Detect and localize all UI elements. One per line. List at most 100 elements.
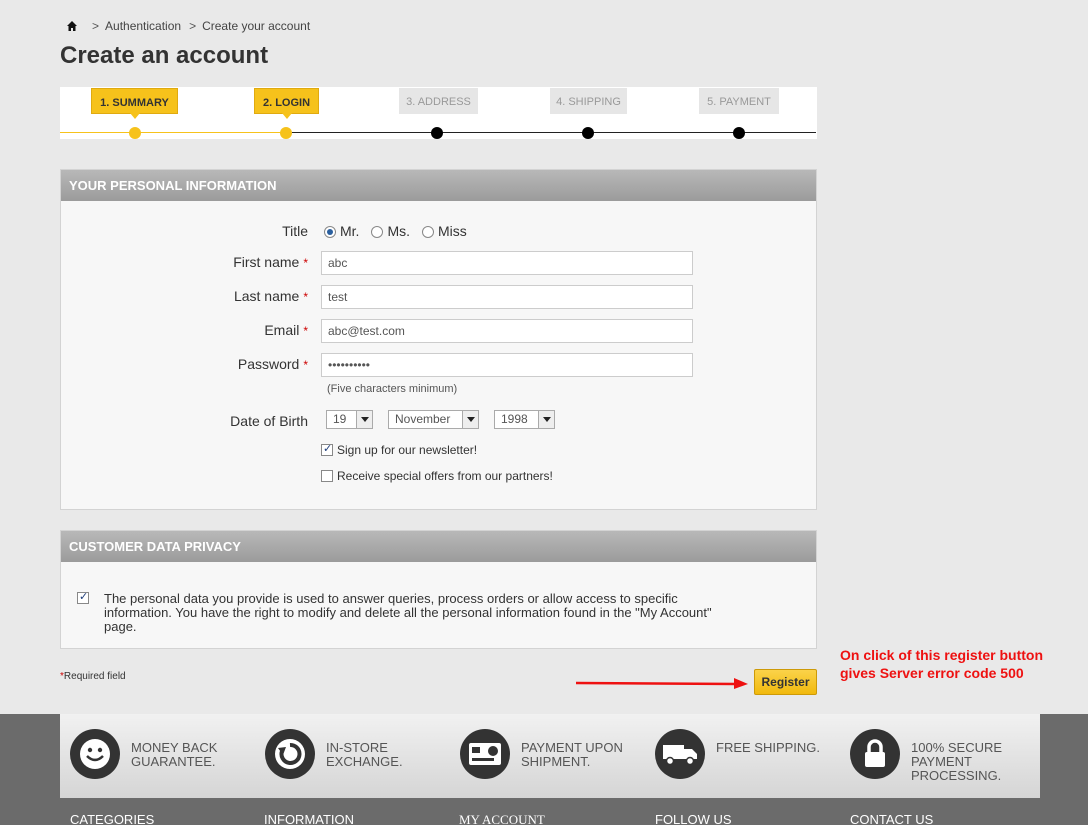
title-row: Title Mr. Ms. Miss bbox=[61, 220, 818, 244]
credit-card-icon bbox=[460, 729, 510, 779]
footer-categories-heading[interactable]: CATEGORIES bbox=[70, 812, 154, 825]
last-name-label: Last name * bbox=[234, 288, 308, 304]
radio-miss-label[interactable]: Miss bbox=[438, 223, 467, 239]
step-shipping: 4. SHIPPING bbox=[550, 88, 627, 114]
breadcrumb-authentication[interactable]: Authentication bbox=[105, 19, 181, 33]
last-name-input[interactable]: test bbox=[321, 285, 693, 309]
required-mark: * bbox=[303, 358, 308, 372]
feature-text: 100% SECURE PAYMENT PROCESSING. bbox=[911, 740, 1003, 783]
feature-exchange: IN-STORE EXCHANGE. bbox=[255, 729, 445, 784]
step-dot-payment bbox=[733, 127, 745, 139]
step-label: 5. PAYMENT bbox=[707, 96, 771, 108]
personal-info-panel: YOUR PERSONAL INFORMATION Title Mr. Ms. … bbox=[60, 169, 817, 510]
footer-features: MONEY BACK GUARANTEE. IN-STORE EXCHANGE.… bbox=[60, 714, 1040, 798]
feature-text: IN-STORE EXCHANGE. bbox=[326, 740, 403, 769]
radio-mr-label[interactable]: Mr. bbox=[340, 223, 359, 239]
newsletter-row: Sign up for our newsletter! bbox=[321, 442, 477, 457]
home-icon[interactable] bbox=[66, 20, 78, 32]
label-text: Password bbox=[237, 356, 300, 372]
password-label: Password * bbox=[238, 356, 308, 372]
smiley-icon bbox=[70, 729, 120, 779]
email-label: Email * bbox=[264, 322, 308, 338]
label-text: Email bbox=[264, 322, 300, 338]
dob-label: Date of Birth bbox=[230, 413, 308, 429]
chevron-down-icon[interactable] bbox=[462, 411, 478, 428]
radio-ms-label[interactable]: Ms. bbox=[387, 223, 410, 239]
dob-month-select[interactable]: November bbox=[388, 410, 479, 429]
progress-line-complete bbox=[60, 132, 286, 133]
email-row: Email * abc@test.com bbox=[61, 319, 818, 343]
required-mark: * bbox=[303, 290, 308, 304]
breadcrumb-current: Create your account bbox=[202, 19, 311, 33]
annotation-note: On click of this register button gives S… bbox=[840, 647, 1044, 681]
step-label: 3. ADDRESS bbox=[406, 96, 471, 108]
step-dot-shipping bbox=[582, 127, 594, 139]
step-address: 3. ADDRESS bbox=[399, 88, 478, 114]
privacy-panel: CUSTOMER DATA PRIVACY The personal data … bbox=[60, 530, 817, 649]
breadcrumb-separator: > bbox=[92, 19, 100, 33]
first-name-input[interactable]: abc bbox=[321, 251, 693, 275]
breadcrumb: > Authentication > Create your account bbox=[66, 19, 318, 33]
privacy-text: The personal data you provide is used to… bbox=[104, 591, 712, 634]
annotation-arrow-icon bbox=[576, 678, 748, 689]
lock-icon bbox=[850, 729, 900, 779]
footer-contact-us-heading[interactable]: CONTACT US bbox=[850, 812, 933, 825]
feature-shipping: FREE SHIPPING. bbox=[645, 729, 835, 784]
first-name-row: First name * abc bbox=[61, 251, 818, 275]
radio-ms[interactable] bbox=[371, 226, 384, 238]
refresh-icon bbox=[265, 729, 315, 779]
step-summary[interactable]: 1. SUMMARY bbox=[91, 88, 178, 119]
select-value: 19 bbox=[333, 412, 347, 426]
password-hint: (Five characters minimum) bbox=[327, 383, 458, 395]
feature-payment: PAYMENT UPON SHIPMENT. bbox=[450, 729, 640, 784]
step-dot-summary bbox=[129, 127, 141, 139]
offers-row: Receive special offers from our partners… bbox=[321, 469, 553, 483]
step-payment: 5. PAYMENT bbox=[699, 88, 779, 114]
feature-text: PAYMENT UPON SHIPMENT. bbox=[521, 740, 623, 769]
panel-header: YOUR PERSONAL INFORMATION bbox=[61, 170, 816, 201]
chevron-down-icon[interactable] bbox=[538, 411, 554, 428]
footer-information-heading[interactable]: INFORMATION bbox=[264, 812, 354, 825]
breadcrumb-separator: > bbox=[189, 19, 197, 33]
email-input[interactable]: abc@test.com bbox=[321, 319, 693, 343]
radio-miss[interactable] bbox=[422, 226, 435, 238]
panel-header: CUSTOMER DATA PRIVACY bbox=[61, 531, 816, 562]
required-mark: * bbox=[303, 256, 308, 270]
checkout-steps: 1. SUMMARY 2. LOGIN 3. ADDRESS 4. SHIPPI… bbox=[60, 87, 817, 139]
step-login[interactable]: 2. LOGIN bbox=[254, 88, 319, 119]
required-mark: * bbox=[303, 324, 308, 338]
last-name-row: Last name * test bbox=[61, 285, 818, 309]
feature-money-back: MONEY BACK GUARANTEE. bbox=[60, 729, 250, 784]
dob-row: Date of Birth 19 November 1998 bbox=[61, 410, 818, 434]
title-radio-group: Mr. Ms. Miss bbox=[324, 223, 479, 239]
label-text: Last name bbox=[233, 288, 300, 304]
step-label: 4. SHIPPING bbox=[556, 96, 621, 108]
privacy-checkbox[interactable] bbox=[77, 590, 89, 604]
register-button[interactable]: Register bbox=[754, 669, 817, 695]
footer-follow-us-heading[interactable]: FOLLOW US bbox=[655, 812, 732, 825]
feature-secure: 100% SECURE PAYMENT PROCESSING. bbox=[840, 729, 1030, 784]
dob-day-select[interactable]: 19 bbox=[326, 410, 373, 429]
feature-text: MONEY BACK GUARANTEE. bbox=[131, 740, 218, 769]
required-field-note: *Required field bbox=[60, 671, 126, 682]
required-note-text: Required field bbox=[63, 671, 126, 682]
truck-icon bbox=[655, 729, 705, 779]
select-value: 1998 bbox=[501, 412, 528, 426]
newsletter-label[interactable]: Sign up for our newsletter! bbox=[337, 443, 477, 457]
footer-my-account-heading[interactable]: MY ACCOUNT bbox=[459, 812, 545, 825]
newsletter-checkbox[interactable] bbox=[321, 442, 333, 456]
password-input[interactable]: •••••••••• bbox=[321, 353, 693, 377]
dob-year-select[interactable]: 1998 bbox=[494, 410, 555, 429]
step-label: 1. SUMMARY bbox=[100, 97, 169, 109]
chevron-down-icon[interactable] bbox=[356, 411, 372, 428]
label-text: First name bbox=[233, 254, 300, 270]
step-dot-address bbox=[431, 127, 443, 139]
title-label: Title bbox=[282, 223, 308, 239]
first-name-label: First name * bbox=[233, 254, 308, 270]
step-dot-login bbox=[280, 127, 292, 139]
radio-mr[interactable] bbox=[324, 226, 336, 238]
page-title: Create an account bbox=[60, 42, 269, 69]
password-row: Password * •••••••••• bbox=[61, 353, 818, 377]
offers-checkbox[interactable] bbox=[321, 470, 333, 482]
offers-label[interactable]: Receive special offers from our partners… bbox=[337, 469, 553, 483]
